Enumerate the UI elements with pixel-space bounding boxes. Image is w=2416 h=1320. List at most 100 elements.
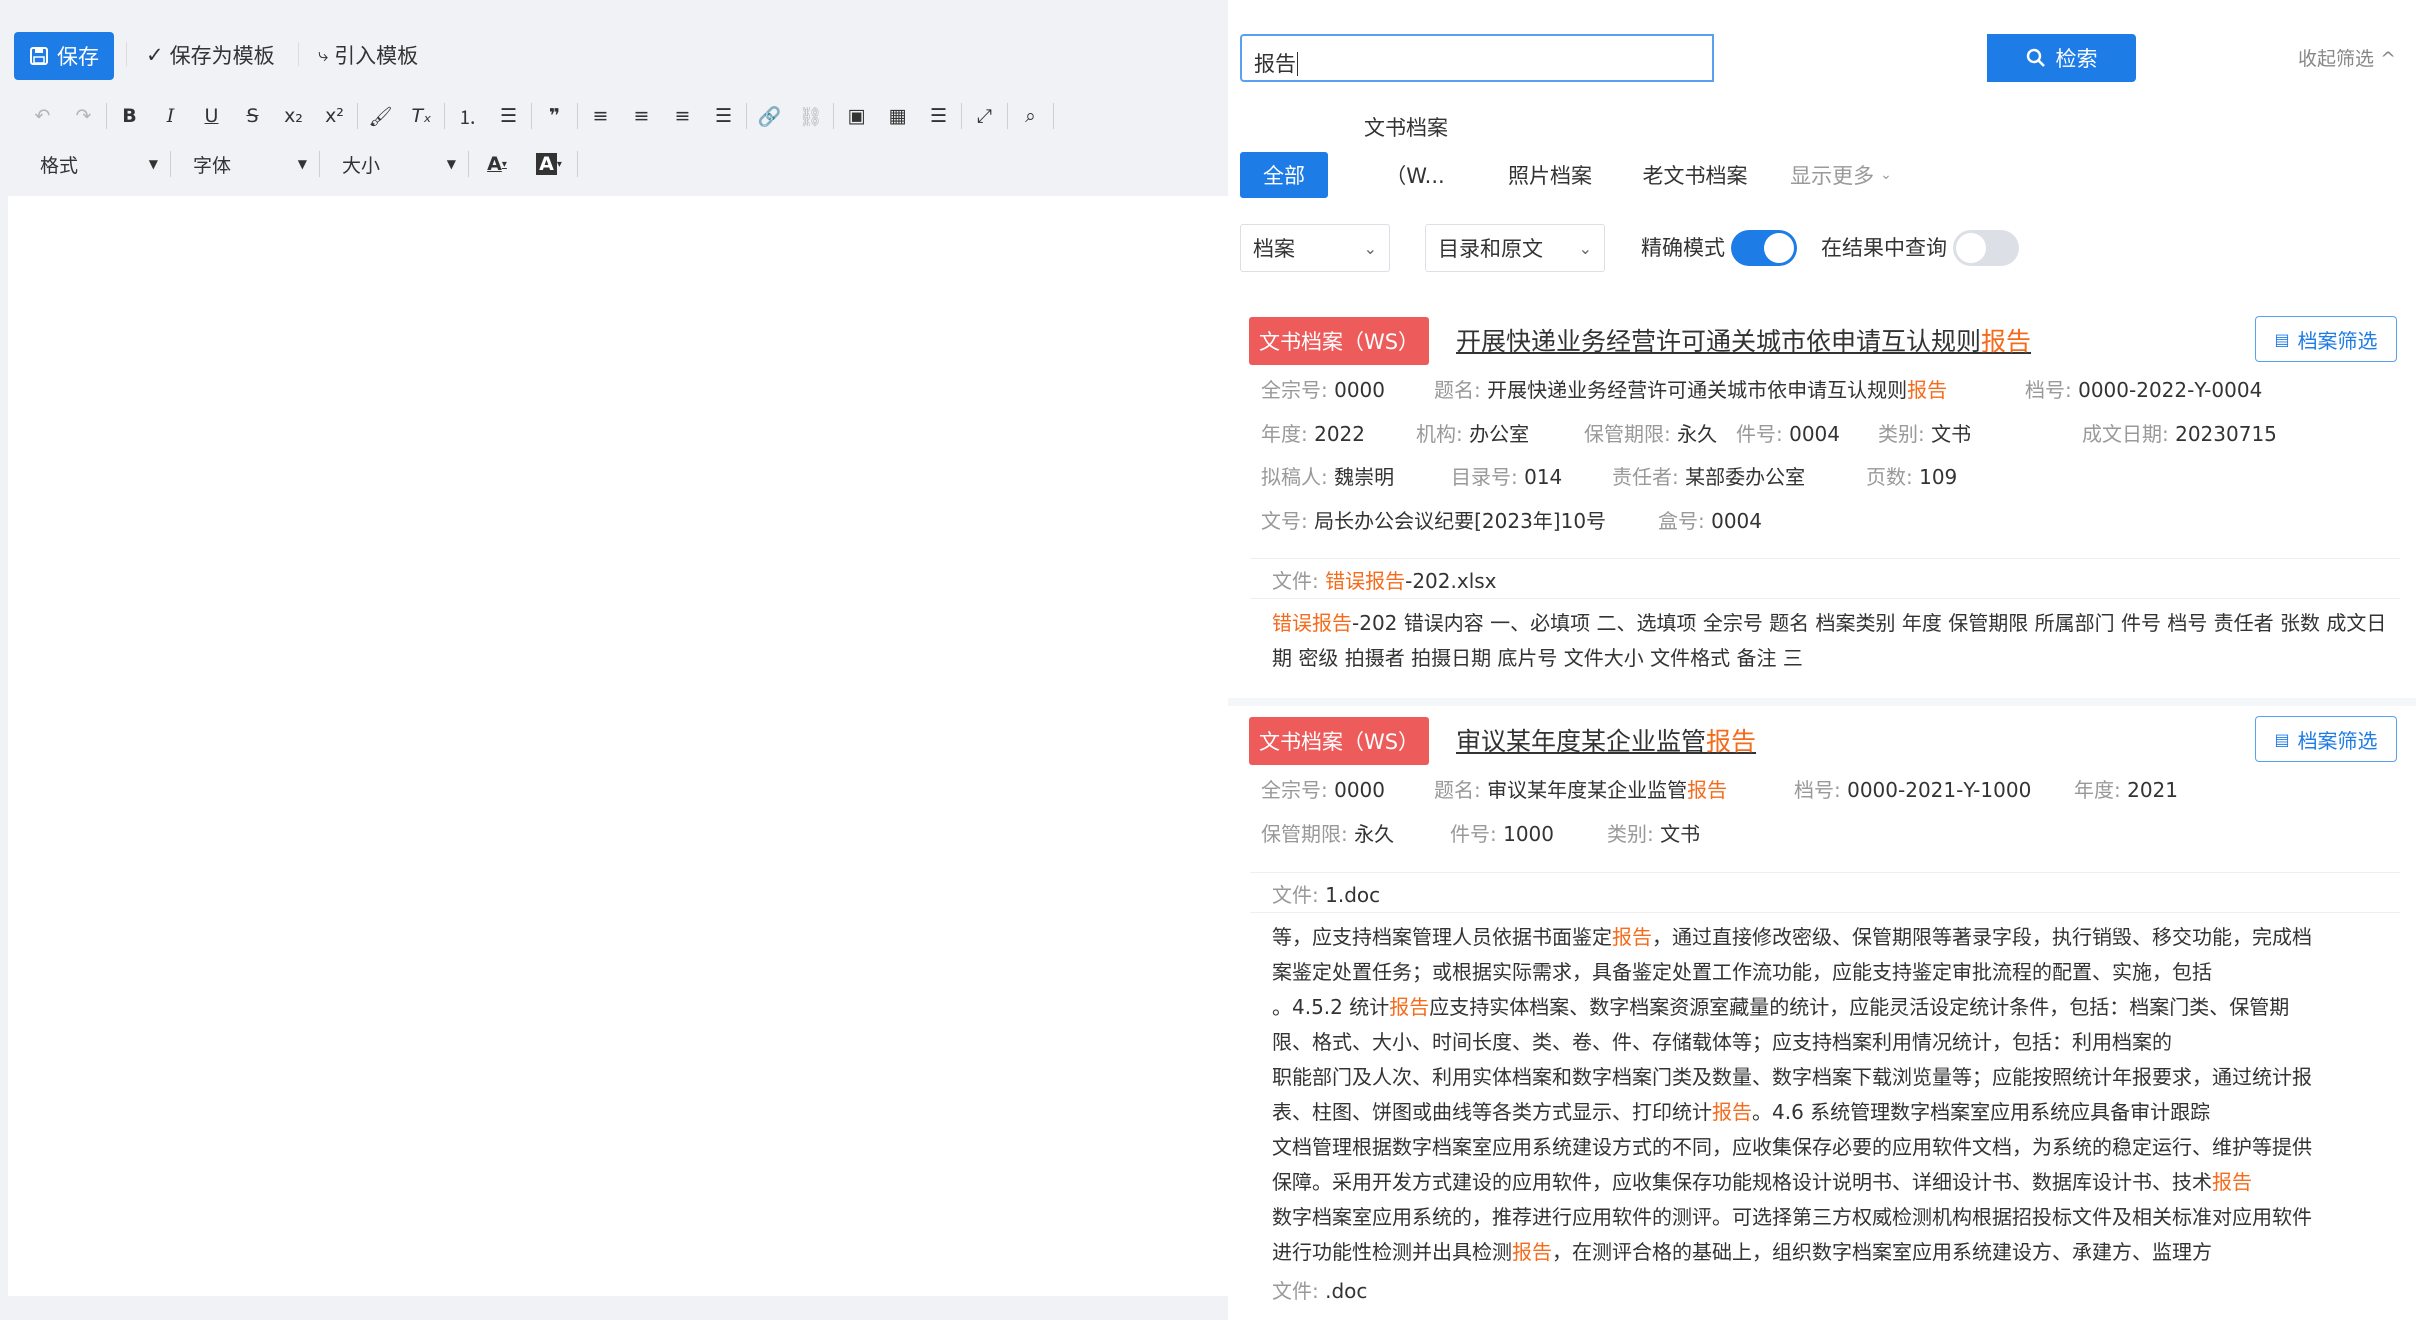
caret-down-icon: ▼ (446, 157, 456, 171)
superscript-icon[interactable]: x² (314, 98, 355, 134)
meta-highlight: 报告 (1687, 778, 1728, 802)
meta-field: 目录号: 014 (1451, 461, 1562, 490)
archive-filter-button[interactable]: ▤ 档案筛选 (2255, 316, 2397, 362)
fullscreen-icon[interactable]: ⤢ (964, 98, 1005, 134)
top-toolbar: 保存 ✓ 保存为模板 ⤷ 引入模板 (0, 22, 1228, 82)
meta-field: 机构: 办公室 (1416, 418, 1529, 447)
meta-key: 题名: (1434, 778, 1481, 802)
table-icon[interactable]: ▦ (877, 98, 918, 134)
meta-field: 拟稿人: 魏崇明 (1261, 461, 1394, 490)
search-input-value: 报告 (1254, 52, 1296, 76)
toggle-knob (1956, 233, 1986, 263)
undo-icon[interactable]: ↶ (22, 98, 63, 134)
search-within-toggle[interactable] (1953, 230, 2019, 266)
image-icon[interactable]: ▣ (836, 98, 877, 134)
archive-filter-button[interactable]: ▤ 档案筛选 (2255, 716, 2397, 762)
snippet-text: 职能部门及人次、利用实体档案和数字档案门类及数量、数字档案下载浏览量等；应能按照… (1272, 1065, 2312, 1089)
file-highlight[interactable]: 错误报告 (1325, 569, 1405, 593)
search-button[interactable]: 检索 (1987, 34, 2136, 82)
save-as-template-label: 保存为模板 (169, 44, 275, 68)
document-icon: ▤ (2274, 329, 2290, 349)
meta-value: 办公室 (1469, 422, 1530, 446)
size-dropdown[interactable]: 大小 ▼ (322, 146, 466, 182)
align-right-icon[interactable]: ≡ (662, 98, 703, 134)
save-as-template-button[interactable]: ✓ 保存为模板 (146, 40, 275, 70)
save-button[interactable]: 保存 (14, 32, 114, 80)
strikethrough-icon[interactable]: S (232, 98, 273, 134)
import-template-button[interactable]: ⤷ 引入模板 (318, 40, 418, 70)
align-justify-icon[interactable]: ☰ (703, 98, 744, 134)
snippet-text: 。4.5.2 统计 (1272, 995, 1390, 1019)
file-row: 文件: .doc (1272, 1274, 1367, 1308)
unlink-icon[interactable]: ⛓ (790, 98, 831, 134)
meta-key: 全宗号: (1261, 378, 1328, 402)
search-input[interactable]: 报告 (1240, 34, 1714, 82)
snippet-highlight: 报告 (1712, 1100, 1752, 1124)
font-color-icon[interactable]: A ▾ (471, 146, 523, 182)
meta-value: 0004 (1711, 509, 1763, 533)
meta-key: 页数: (1866, 465, 1913, 489)
ordered-list-icon[interactable]: ⒈ (447, 98, 488, 134)
tab-old-documents[interactable]: 老文书档案 (1636, 152, 1754, 198)
file-key: 文件: (1272, 1279, 1319, 1303)
file-key: 文件: (1272, 569, 1319, 593)
scope-select[interactable]: 档案 ⌄ (1240, 224, 1390, 272)
result-title-text: 审议某年度某企业监管 (1456, 727, 1707, 756)
collapse-filter-button[interactable]: 收起筛选 ^ (2298, 44, 2396, 71)
divider (357, 103, 358, 129)
meta-field: 保管期限: 永久 (1584, 418, 1717, 447)
meta-field: 题名: 审议某年度某企业监管报告 (1434, 774, 1727, 803)
editor-pane: 保存 ✓ 保存为模板 ⤷ 引入模板 ↶ ↷ B I U S x₂ x² 🖌 Tₓ (0, 0, 1228, 1320)
result-title[interactable]: 开展快递业务经营许可通关城市依申请互认规则报告 (1456, 322, 2031, 358)
link-icon[interactable]: 🔗 (749, 98, 790, 134)
mode-select[interactable]: 目录和原文 ⌄ (1425, 224, 1605, 272)
meta-key: 件号: (1736, 422, 1783, 446)
file-key: 文件: (1272, 883, 1319, 907)
meta-key: 文号: (1261, 509, 1308, 533)
horizontal-rule-icon[interactable]: ☰ (918, 98, 959, 134)
category-badge: 文书档案（WS） (1249, 317, 1429, 365)
blockquote-icon[interactable]: ❞ (534, 98, 575, 134)
meta-key: 年度: (2074, 778, 2121, 802)
subscript-icon[interactable]: x₂ (273, 98, 314, 134)
show-more-label: 显示更多 (1790, 164, 1875, 188)
align-left-icon[interactable]: ≡ (580, 98, 621, 134)
meta-field: 文号: 局长办公会议纪要[2023年]10号 (1261, 505, 1606, 534)
background-color-icon[interactable]: A ▾ (523, 146, 575, 182)
clear-format-icon[interactable]: Tₓ (401, 98, 442, 134)
snippet-text: ，在测评合格的基础上，组织数字档案室应用系统建设方、承建方、监理方 (1552, 1240, 2212, 1264)
meta-value: 审议某年度某企业监管 (1487, 778, 1688, 802)
redo-icon[interactable]: ↷ (63, 98, 104, 134)
editor-content-area[interactable] (8, 196, 1228, 1296)
result-title-highlight: 报告 (1706, 727, 1757, 756)
file-name[interactable]: -202.xlsx (1405, 569, 1496, 593)
tab-photo[interactable]: 照片档案 (1500, 152, 1600, 198)
font-dropdown[interactable]: 字体 ▼ (173, 146, 317, 182)
format-label: 格式 (40, 154, 79, 177)
meta-field: 年度: 2022 (1261, 418, 1365, 447)
snippet-text: 数字档案室应用系统的，推荐进行应用软件的测评。可选择第三方权威检测机构根据招投标… (1272, 1205, 2312, 1229)
bullet-list-icon[interactable]: ☰ (488, 98, 529, 134)
result-title[interactable]: 审议某年度某企业监管报告 (1456, 722, 1756, 758)
chevron-down-icon: ⌄ (1578, 238, 1592, 258)
bold-icon[interactable]: B (109, 98, 150, 134)
snippet-text: 进行功能性检测并出具检测 (1272, 1240, 1512, 1264)
format-painter-icon[interactable]: 🖌 (360, 98, 401, 134)
divider (746, 103, 747, 129)
preview-icon[interactable]: ⌕ (1010, 98, 1051, 134)
tab-all[interactable]: 全部 (1240, 152, 1328, 198)
italic-icon[interactable]: I (150, 98, 191, 134)
snippet-text: 案鉴定处置任务；或根据实际需求，具备鉴定处置工作流功能，应能支持鉴定审批流程的配… (1272, 960, 2212, 984)
align-center-icon[interactable]: ≡ (621, 98, 662, 134)
caret-down-icon: ▼ (148, 157, 158, 171)
underline-icon[interactable]: U (191, 98, 232, 134)
file-name[interactable]: 1.doc (1325, 883, 1380, 907)
tab-ws[interactable]: （W... (1380, 152, 1450, 198)
divider (468, 151, 469, 177)
show-more-button[interactable]: 显示更多 ⌄ (1786, 152, 1896, 198)
meta-field: 件号: 1000 (1450, 818, 1554, 847)
file-name[interactable]: .doc (1325, 1279, 1367, 1303)
meta-value: 014 (1524, 465, 1563, 489)
format-dropdown[interactable]: 格式 ▼ (22, 146, 168, 182)
exact-mode-toggle[interactable] (1731, 230, 1797, 266)
